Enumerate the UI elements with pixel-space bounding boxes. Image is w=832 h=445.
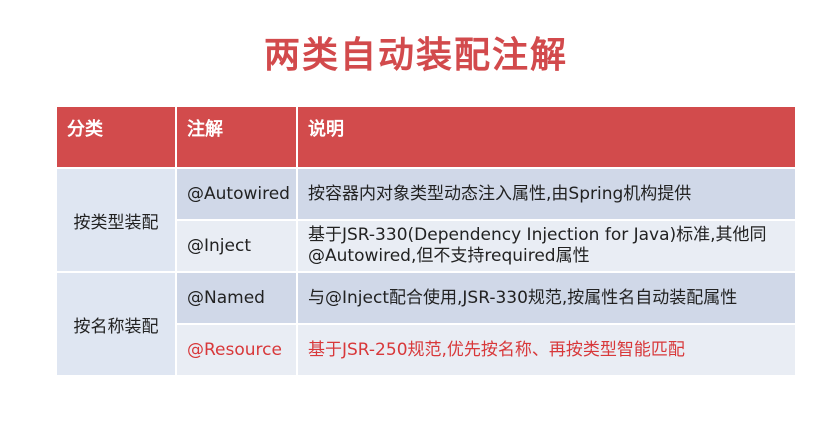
description-cell: 与@Inject配合使用,JSR-330规范,按属性名自动装配属性 <box>298 273 795 325</box>
description-cell: 基于JSR-330(Dependency Injection for Java)… <box>298 221 795 273</box>
description-cell-highlighted: 基于JSR-250规范,优先按名称、再按类型智能匹配 <box>298 325 795 377</box>
header-category: 分类 <box>57 107 177 169</box>
table-row: 按类型装配 @Autowired 按容器内对象类型动态注入属性,由Spring机… <box>57 169 795 273</box>
category-cell-by-type: 按类型装配 <box>57 169 177 273</box>
category-cell-by-name: 按名称装配 <box>57 273 177 377</box>
annotation-cell-highlighted: @Resource <box>177 325 298 377</box>
annotation-cell: @Inject <box>177 221 298 273</box>
annotation-cell: @Autowired <box>177 169 298 221</box>
table-header-row: 分类 注解 说明 <box>57 107 795 169</box>
table-row: 按名称装配 @Named 与@Inject配合使用,JSR-330规范,按属性名… <box>57 273 795 377</box>
page-title: 两类自动装配注解 <box>263 35 568 76</box>
annotation-cell: @Named <box>177 273 298 325</box>
header-description: 说明 <box>298 107 795 169</box>
description-cell: 按容器内对象类型动态注入属性,由Spring机构提供 <box>298 169 795 221</box>
annotation-table: 分类 注解 说明 按类型装配 @Autowired 按容器内对象类型动态注入属性… <box>57 107 795 377</box>
header-annotation: 注解 <box>177 107 298 169</box>
